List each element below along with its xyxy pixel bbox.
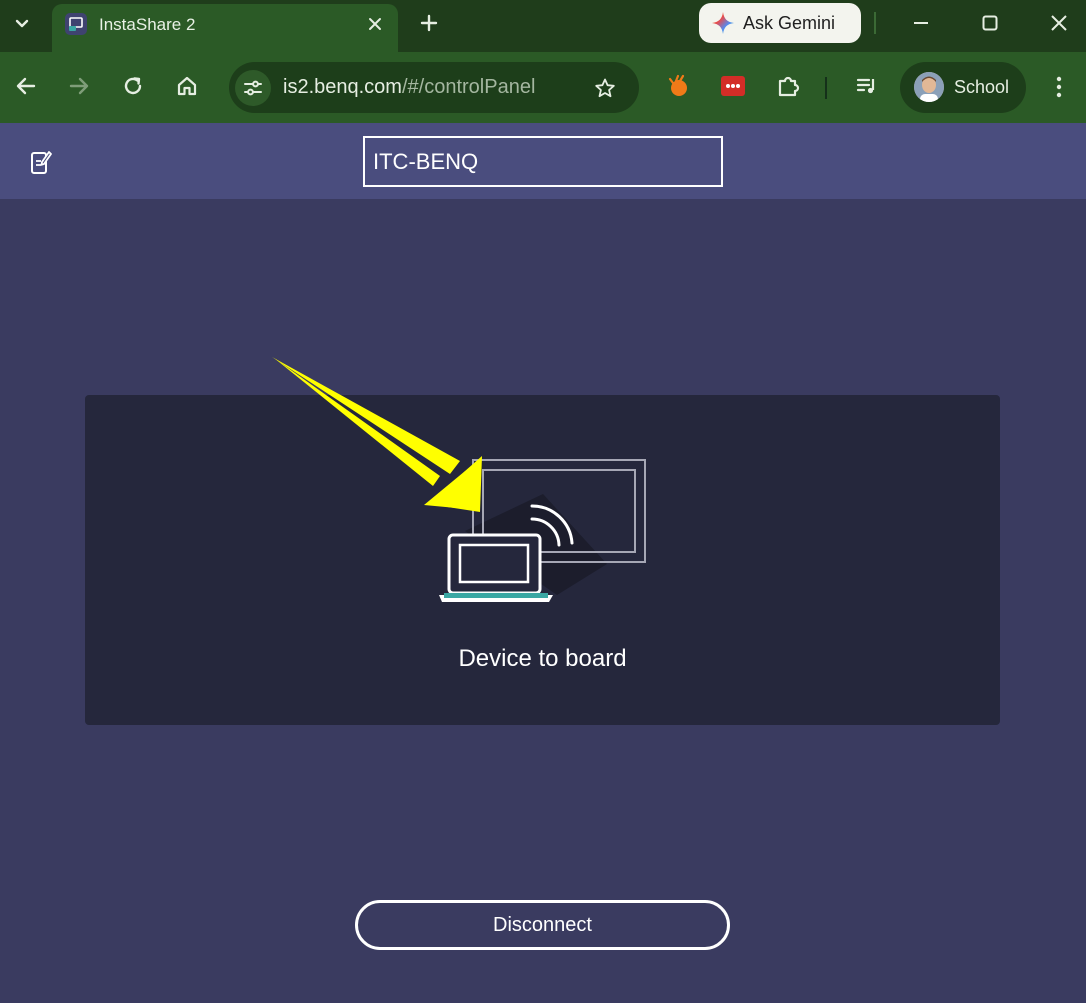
extension-orange-button[interactable] xyxy=(663,70,695,102)
browser-menu-button[interactable] xyxy=(1044,70,1074,104)
instashare-favicon-icon xyxy=(65,13,87,35)
home-button[interactable] xyxy=(169,68,205,104)
forward-button[interactable] xyxy=(61,68,97,104)
profile-label: School xyxy=(954,77,1010,97)
avatar xyxy=(914,72,944,102)
home-icon xyxy=(177,76,197,96)
url-path: /#/controlPanel xyxy=(401,76,536,98)
edit-button[interactable] xyxy=(24,145,58,179)
active-tab[interactable]: InstaShare 2 xyxy=(52,4,398,52)
kebab-icon xyxy=(1056,76,1062,98)
edit-note-icon xyxy=(31,151,52,174)
media-controls-button[interactable] xyxy=(851,70,883,102)
extensions-button[interactable] xyxy=(772,70,804,102)
bookmark-button[interactable] xyxy=(587,70,623,106)
tune-icon xyxy=(244,80,262,96)
minimize-icon xyxy=(914,22,928,24)
hand-extension-icon xyxy=(668,74,687,96)
site-info-button[interactable] xyxy=(235,70,271,106)
maximize-button[interactable] xyxy=(967,6,1013,40)
arrow-left-icon xyxy=(16,77,36,95)
profile-button[interactable]: School xyxy=(900,62,1026,113)
close-window-button[interactable] xyxy=(1036,6,1082,40)
device-name-field[interactable] xyxy=(363,136,723,187)
close-icon xyxy=(369,18,381,30)
extension-password-button[interactable] xyxy=(717,70,749,102)
tab-title: InstaShare 2 xyxy=(99,15,196,34)
device-to-board-card[interactable]: Device to board xyxy=(85,395,1000,725)
gemini-sparkle-icon xyxy=(712,12,734,34)
annotation-arrow-icon xyxy=(272,357,482,512)
reload-icon xyxy=(124,77,142,95)
playlist-icon xyxy=(856,78,875,94)
device-to-board-label: Device to board xyxy=(458,645,627,672)
new-tab-button[interactable] xyxy=(414,8,444,38)
app-header xyxy=(0,123,1086,199)
close-icon xyxy=(1051,15,1067,31)
star-icon xyxy=(595,78,615,98)
maximize-icon xyxy=(982,15,998,31)
back-button[interactable] xyxy=(8,68,44,104)
ask-gemini-label: Ask Gemini xyxy=(743,12,836,33)
address-bar[interactable]: is2.benq.com/#/controlPanel xyxy=(229,62,639,113)
minimize-button[interactable] xyxy=(898,6,944,40)
disconnect-button[interactable]: Disconnect xyxy=(355,900,730,950)
browser-tab-strip: InstaShare 2 Ask Gemini xyxy=(0,0,1086,52)
browser-toolbar: is2.benq.com/#/controlPanel School xyxy=(0,52,1086,123)
control-panel: Device to board xyxy=(0,199,1086,1003)
chevron-down-icon xyxy=(15,19,29,28)
url-host: is2.benq.com xyxy=(283,76,402,98)
puzzle-icon xyxy=(778,76,800,97)
plus-icon xyxy=(420,14,438,32)
tab-close-button[interactable] xyxy=(362,11,388,37)
toolbar-divider xyxy=(874,12,876,34)
reload-button[interactable] xyxy=(115,68,151,104)
arrow-right-icon xyxy=(69,77,89,95)
tab-search-button[interactable] xyxy=(6,8,38,40)
url-text[interactable]: is2.benq.com/#/controlPanel xyxy=(283,76,535,99)
toolbar-divider xyxy=(825,77,827,99)
lastpass-icon xyxy=(721,76,745,96)
ask-gemini-button[interactable]: Ask Gemini xyxy=(699,3,861,43)
